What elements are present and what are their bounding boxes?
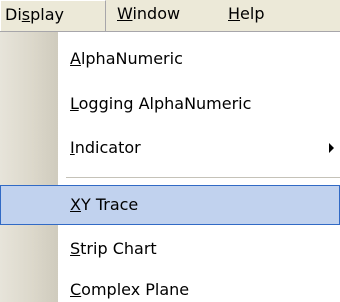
label-accel: L: [70, 94, 79, 113]
application-window: Display Window Help AlphaNumeric Logging…: [0, 0, 340, 302]
menu-window[interactable]: Window: [113, 0, 199, 31]
menu-item-label: Indicator: [70, 128, 141, 168]
menu-item-label: AlphaNumeric: [70, 39, 183, 79]
menu-item-alphanumeric[interactable]: AlphaNumeric: [0, 39, 340, 79]
label-post: omplex Plane: [81, 280, 190, 299]
label-post: ogging AlphaNumeric: [78, 94, 252, 113]
menu-display-accel: s: [21, 5, 31, 24]
label-post: lphaNumeric: [80, 49, 183, 68]
menu-window-post: indow: [132, 4, 181, 23]
label-accel: X: [70, 195, 81, 214]
menu-help-post: elp: [240, 4, 265, 23]
menu-display-post: play: [30, 5, 64, 24]
menu-item-xy-trace[interactable]: XY Trace: [0, 185, 340, 225]
menu-separator: [66, 177, 340, 178]
label-post: Y Trace: [80, 195, 139, 214]
menu-bar: Display Window Help: [0, 0, 340, 31]
label-post: trip Chart: [80, 239, 157, 258]
menu-window-accel: W: [117, 4, 133, 23]
menu-item-label: Logging AlphaNumeric: [70, 84, 251, 124]
menu-item-indicator[interactable]: Indicator: [0, 128, 340, 168]
label-accel: C: [70, 280, 82, 299]
submenu-arrow-icon: [329, 143, 334, 153]
label-accel: S: [70, 239, 81, 258]
menu-item-label: XY Trace: [70, 186, 138, 224]
label-accel: A: [70, 49, 81, 68]
menu-display[interactable]: Display: [0, 0, 106, 31]
menu-display-pre: Di: [5, 5, 22, 24]
label-post: ndicator: [74, 138, 141, 157]
menu-item-complex-plane[interactable]: Complex Plane: [0, 270, 340, 302]
menu-item-strip-chart[interactable]: Strip Chart: [0, 229, 340, 269]
menu-item-label: Complex Plane: [70, 270, 189, 302]
menu-help-accel: H: [228, 4, 241, 23]
menu-item-label: Strip Chart: [70, 229, 157, 269]
display-dropdown-menu: AlphaNumeric Logging AlphaNumeric Indica…: [0, 31, 340, 302]
menu-help[interactable]: Help: [222, 0, 282, 31]
menu-item-logging-alphanumeric[interactable]: Logging AlphaNumeric: [0, 84, 340, 124]
